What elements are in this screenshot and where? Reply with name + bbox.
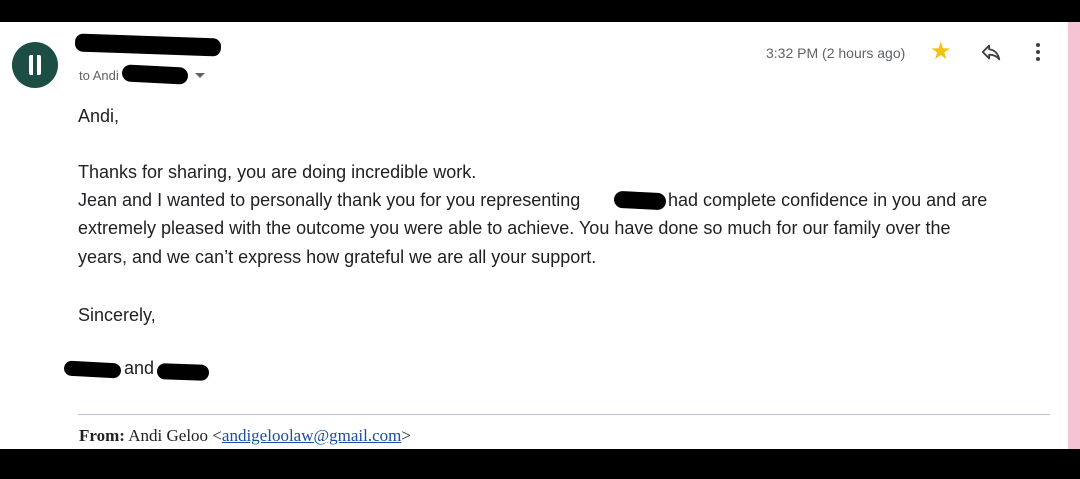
- greeting: Andi,: [78, 106, 120, 126]
- recipient-line: to Andi: [79, 68, 119, 83]
- body-line-2-end: We had complete confidence in you and ar…: [636, 190, 988, 210]
- redacted-signature-2: [156, 363, 210, 381]
- redacted-signature-1: [63, 360, 122, 379]
- sender-avatar[interactable]: [12, 42, 58, 88]
- from-name: Andi Geloo <: [128, 426, 222, 445]
- reply-icon[interactable]: [980, 41, 1002, 63]
- more-vert-icon[interactable]: [1028, 41, 1048, 63]
- body-line-3: extremely pleased with the outcome you w…: [78, 218, 951, 238]
- body-line-2-start: Jean and I wanted to personally thank yo…: [78, 190, 581, 210]
- from-email-link[interactable]: andigeloolaw@gmail.com: [222, 426, 401, 445]
- avatar-initial: [29, 55, 41, 75]
- from-close: >: [401, 426, 411, 445]
- from-label: From:: [79, 426, 125, 445]
- signature-and: and: [124, 358, 155, 378]
- redacted-name: [613, 190, 667, 211]
- email-timestamp: 3:32 PM (2 hours ago): [766, 45, 906, 61]
- redacted-recipient: [121, 64, 189, 85]
- closing: Sincerely,: [78, 305, 156, 325]
- right-edge: [1068, 22, 1080, 449]
- body-line-1: Thanks for sharing, you are doing incred…: [78, 162, 477, 182]
- star-icon[interactable]: ★: [930, 40, 954, 64]
- redacted-sender-name: [74, 33, 222, 57]
- email-view: to Andi 3:32 PM (2 hours ago) ★ Andi, Th…: [0, 22, 1068, 449]
- body-line-4: years, and we can’t express how grateful…: [78, 247, 597, 267]
- chevron-down-icon[interactable]: [195, 73, 205, 78]
- body-line-2: Jean and I wanted to personally thank yo…: [78, 186, 987, 215]
- forwarded-from-line: From: Andi Geloo <andigeloolaw@gmail.com…: [79, 426, 411, 446]
- quote-divider: [78, 414, 1050, 415]
